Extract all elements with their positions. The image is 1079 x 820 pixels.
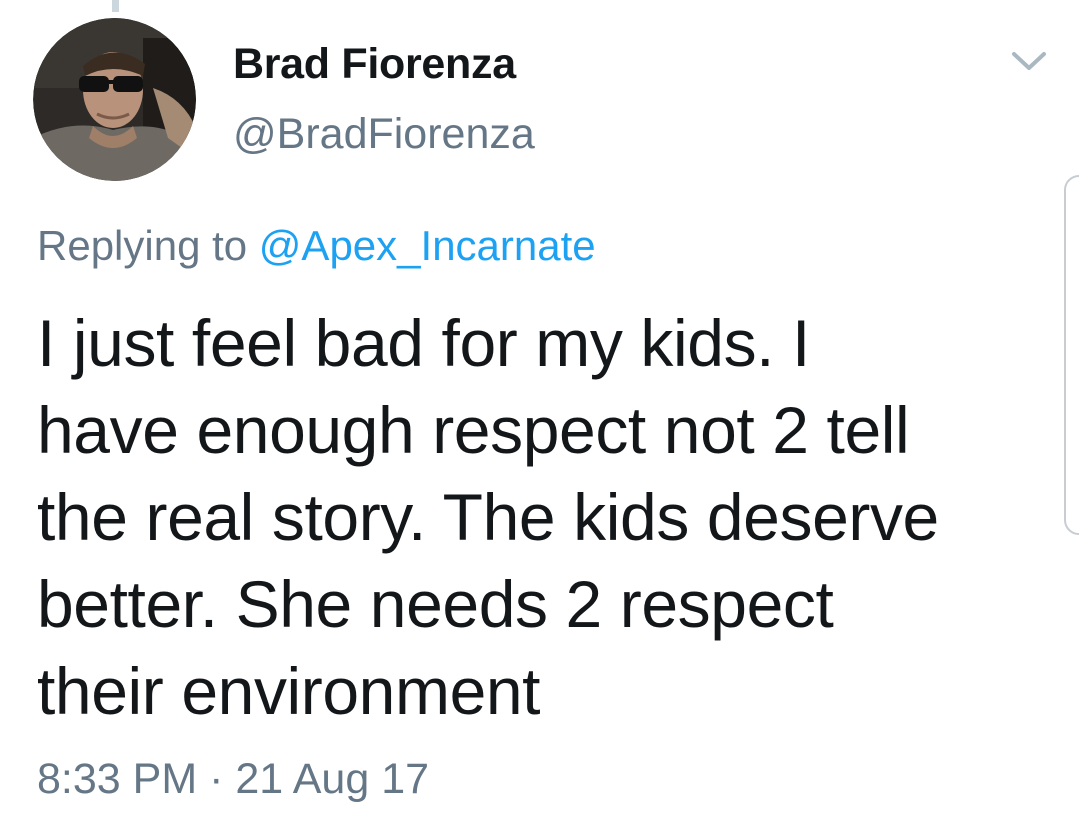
tweet-text: I just feel bad for my kids. I have enou… <box>37 300 1057 735</box>
chevron-down-icon <box>1012 52 1046 70</box>
author-display-name[interactable]: Brad Fiorenza <box>233 40 516 89</box>
tweet-text-line: better. She needs 2 respect <box>37 567 834 641</box>
tweet-text-line: I just feel bad for my kids. I <box>37 306 810 380</box>
replying-to-prefix: Replying to <box>37 222 248 269</box>
author-handle[interactable]: @BradFiorenza <box>233 110 535 159</box>
scrollbar-edge <box>1064 175 1079 535</box>
replying-to-line: Replying to @Apex_Incarnate <box>37 222 596 270</box>
tweet-text-line: the real story. The kids deserve <box>37 480 939 554</box>
avatar[interactable] <box>33 18 196 181</box>
thread-connector-line <box>112 0 119 12</box>
profile-photo-icon <box>33 18 196 181</box>
tweet-text-line: their environment <box>37 654 541 728</box>
tweet-timestamp[interactable]: 8:33 PM · 21 Aug 17 <box>37 755 429 804</box>
tweet-text-line: have enough respect not 2 tell <box>37 393 910 467</box>
reply-target-link[interactable]: @Apex_Incarnate <box>259 222 596 269</box>
tweet-menu-button[interactable] <box>1010 48 1048 74</box>
